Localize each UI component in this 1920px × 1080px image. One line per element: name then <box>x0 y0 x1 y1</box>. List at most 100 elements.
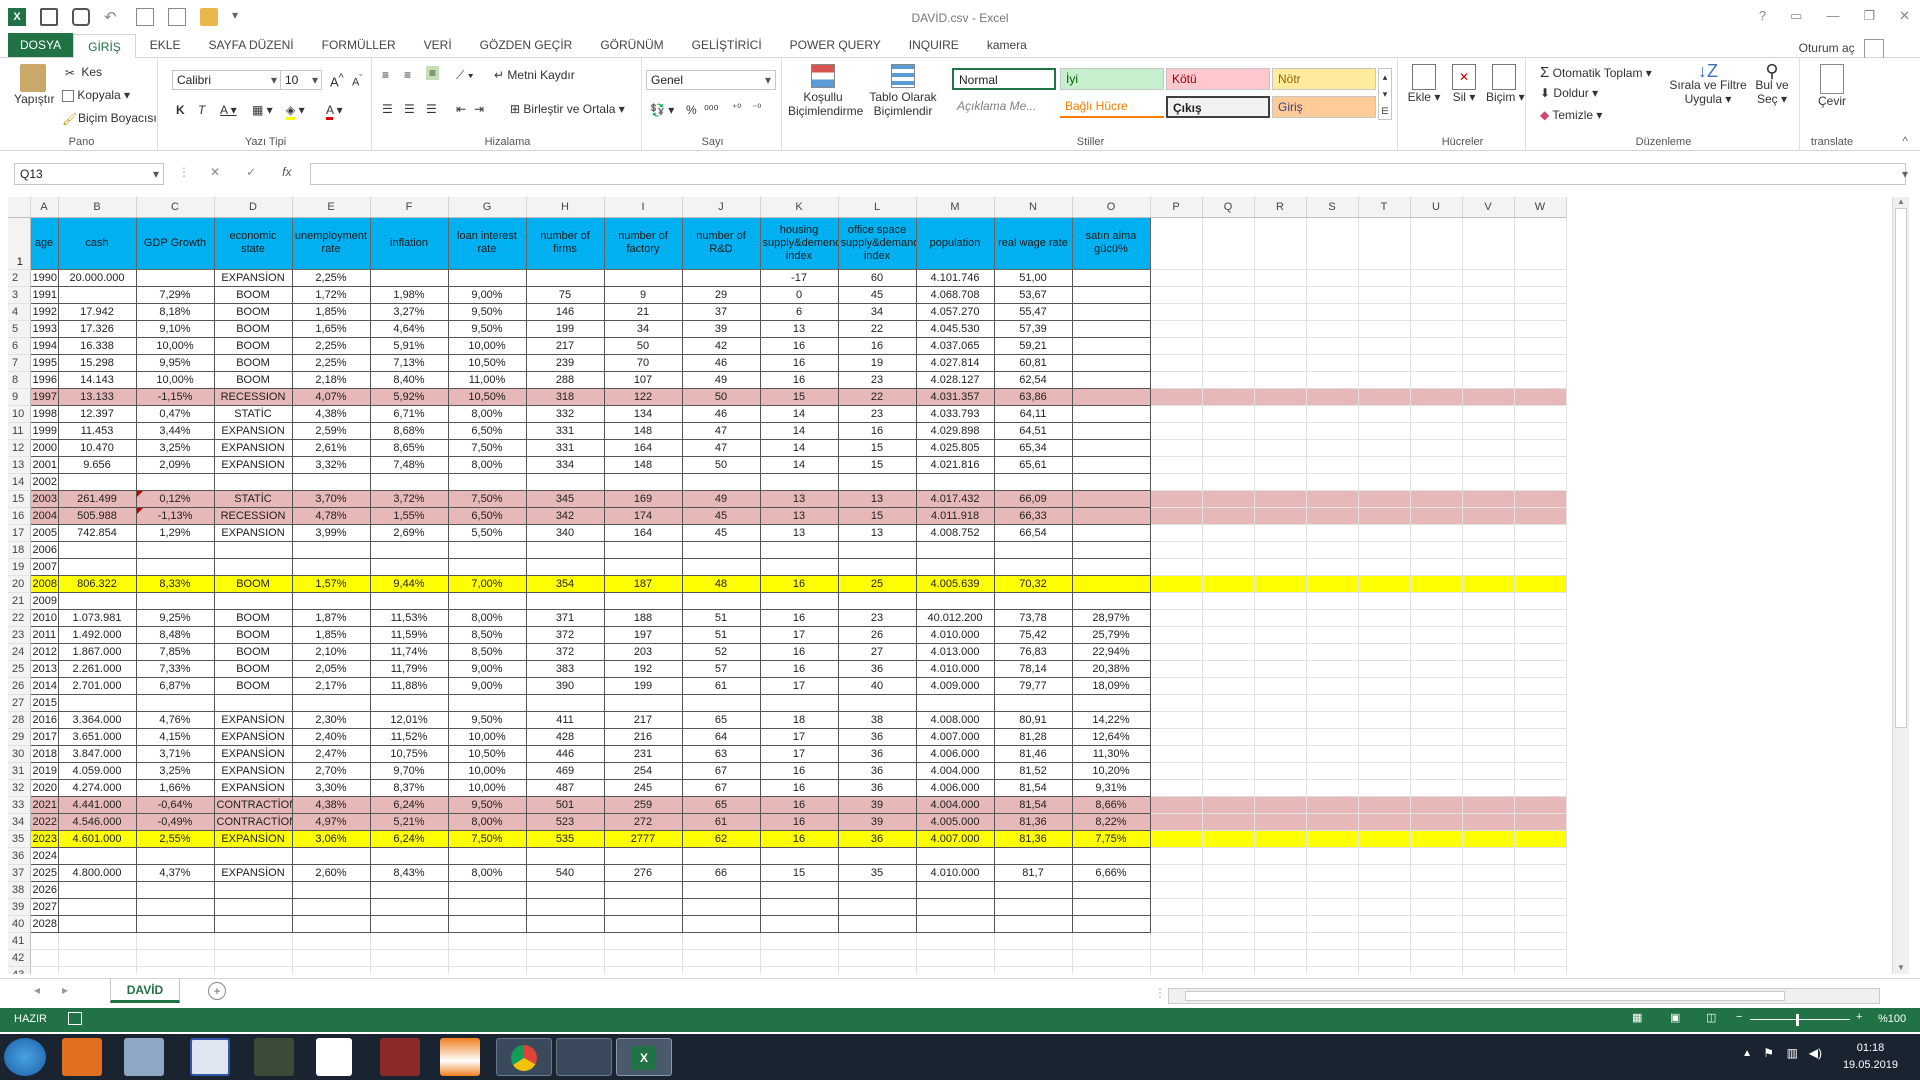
cell[interactable]: 0 <box>760 286 839 304</box>
cell[interactable] <box>1254 779 1307 797</box>
cell[interactable]: 2,25% <box>292 337 371 355</box>
format-painter-button[interactable]: 🖌Biçim Boyacısı <box>62 111 157 126</box>
cell[interactable]: 15 <box>838 439 917 457</box>
cell[interactable] <box>1462 609 1515 627</box>
cell[interactable]: 7,75% <box>1072 830 1151 848</box>
cell[interactable]: 1993 <box>30 320 59 338</box>
cell[interactable] <box>1358 728 1411 746</box>
cell[interactable]: 2,59% <box>292 422 371 440</box>
cell[interactable]: 3,25% <box>136 762 215 780</box>
cell[interactable]: 4.028.127 <box>916 371 995 389</box>
cell[interactable]: 9,50% <box>448 711 527 729</box>
tab-item[interactable]: FORMÜLLER <box>308 33 410 57</box>
cell[interactable]: 523 <box>526 813 605 831</box>
cell[interactable] <box>1410 881 1463 899</box>
cell[interactable] <box>838 949 917 967</box>
cell[interactable]: 64,51 <box>994 422 1073 440</box>
cell[interactable]: STATİC <box>214 490 293 508</box>
cell[interactable]: 10,50% <box>448 745 527 763</box>
cell[interactable] <box>214 847 293 865</box>
cell[interactable] <box>1358 490 1411 508</box>
cell[interactable] <box>1202 694 1255 712</box>
align-left-icon[interactable]: ☰ <box>382 102 393 116</box>
cell[interactable]: 8,43% <box>370 864 449 882</box>
cell[interactable]: 10,00% <box>448 337 527 355</box>
cell[interactable] <box>1514 609 1567 627</box>
column-header[interactable]: L <box>838 197 917 218</box>
column-header[interactable]: J <box>682 197 761 218</box>
cell[interactable] <box>760 558 839 576</box>
cell[interactable] <box>526 898 605 916</box>
cell[interactable] <box>1254 456 1307 474</box>
cell[interactable]: 1,87% <box>292 609 371 627</box>
cell[interactable]: 15 <box>760 864 839 882</box>
cell[interactable] <box>1306 745 1359 763</box>
style-explanatory[interactable]: Açıklama Me... <box>952 96 1056 118</box>
cell[interactable] <box>1254 609 1307 627</box>
cell[interactable]: 49 <box>682 371 761 389</box>
cell[interactable] <box>1202 779 1255 797</box>
cell[interactable] <box>1514 507 1567 525</box>
tab-item[interactable]: GÖRÜNÜM <box>586 33 677 57</box>
cell[interactable]: 6,71% <box>370 405 449 423</box>
cell[interactable] <box>448 473 527 491</box>
cell[interactable] <box>448 694 527 712</box>
page-break-icon[interactable]: ◫ <box>1706 1011 1716 1024</box>
cell[interactable] <box>1358 524 1411 542</box>
cell[interactable] <box>1150 303 1203 321</box>
cell[interactable] <box>1514 456 1567 474</box>
cell[interactable]: EXPANSION <box>214 456 293 474</box>
cell[interactable]: 9,70% <box>370 762 449 780</box>
clock[interactable]: 01:18 19.05.2019 <box>1843 1040 1898 1074</box>
cell[interactable] <box>916 592 995 610</box>
cell[interactable] <box>916 949 995 967</box>
style-bad[interactable]: Kötü <box>1166 68 1270 90</box>
cell[interactable]: 2,18% <box>292 371 371 389</box>
font-name-select[interactable]: Calibri ▾ <box>172 70 282 90</box>
cell[interactable] <box>1514 269 1567 287</box>
cell[interactable] <box>214 558 293 576</box>
cell[interactable] <box>1306 456 1359 474</box>
fill-button[interactable]: ⬇ Doldur ▾ <box>1540 86 1598 100</box>
cell[interactable] <box>1150 677 1203 695</box>
sort-filter-button[interactable]: ↓Z Sırala ve Filtre Uygula ▾ <box>1668 62 1748 106</box>
cell[interactable] <box>760 541 839 559</box>
cell[interactable] <box>1254 830 1307 848</box>
cell[interactable] <box>292 847 371 865</box>
cell[interactable] <box>994 541 1073 559</box>
cell[interactable] <box>1254 217 1307 270</box>
cell[interactable]: 4.027.814 <box>916 354 995 372</box>
cell[interactable]: BOOM <box>214 626 293 644</box>
cell[interactable] <box>1514 677 1567 695</box>
cell[interactable]: 2,30% <box>292 711 371 729</box>
column-title-cell[interactable]: economic state <box>213 216 293 270</box>
cell[interactable]: 81,7 <box>994 864 1073 882</box>
cell[interactable]: EXPANSİON <box>214 269 293 287</box>
cell[interactable] <box>604 592 683 610</box>
cell[interactable] <box>1410 217 1463 270</box>
tab-item[interactable]: kamera <box>973 33 1041 57</box>
cell[interactable] <box>1202 541 1255 559</box>
cell[interactable] <box>214 592 293 610</box>
cell[interactable] <box>58 966 137 974</box>
cell[interactable] <box>292 949 371 967</box>
cell[interactable] <box>1462 813 1515 831</box>
cell[interactable] <box>1462 643 1515 661</box>
prev-sheet-icon[interactable]: ◂ <box>34 983 40 997</box>
cell[interactable] <box>1358 541 1411 559</box>
cell[interactable] <box>1358 337 1411 355</box>
column-header[interactable]: Q <box>1202 197 1255 218</box>
cell[interactable]: 276 <box>604 864 683 882</box>
cell[interactable] <box>292 694 371 712</box>
cell[interactable]: 3,70% <box>292 490 371 508</box>
cell[interactable]: 10,75% <box>370 745 449 763</box>
cell[interactable] <box>448 541 527 559</box>
column-header[interactable]: R <box>1254 197 1307 218</box>
column-header[interactable]: F <box>370 197 449 218</box>
cell[interactable] <box>1514 762 1567 780</box>
cell[interactable]: 4.059.000 <box>58 762 137 780</box>
cell[interactable]: -0,64% <box>136 796 215 814</box>
cell[interactable] <box>214 949 293 967</box>
cell[interactable] <box>838 966 917 974</box>
cell[interactable] <box>1462 796 1515 814</box>
